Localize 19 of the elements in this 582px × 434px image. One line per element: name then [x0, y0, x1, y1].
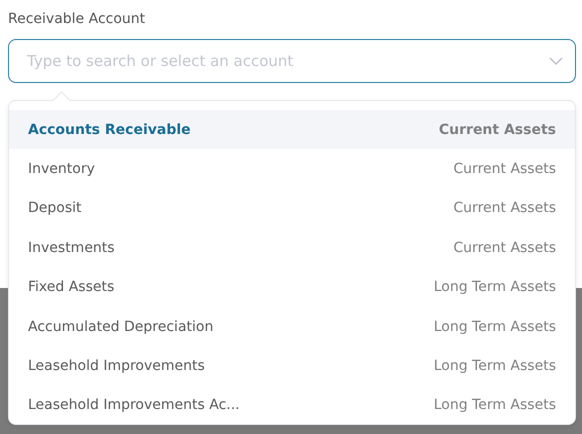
account-type: Current Assets: [453, 161, 556, 178]
account-option[interactable]: Accumulated Depreciation Long Term Assets: [9, 306, 575, 346]
account-option[interactable]: Inventory Current Assets: [9, 149, 575, 189]
account-select[interactable]: Type to search or select an account: [8, 39, 576, 83]
account-option[interactable]: Investments Current Assets: [9, 228, 575, 268]
field-label: Receivable Account: [8, 11, 146, 27]
account-type: Long Term Assets: [434, 397, 556, 414]
chevron-down-icon[interactable]: [549, 57, 563, 65]
account-option[interactable]: Leasehold Improvements Ac... Long Term Assets: [9, 386, 575, 426]
account-type: Long Term Assets: [434, 279, 556, 296]
account-type: Long Term Assets: [434, 318, 556, 335]
account-type: Long Term Assets: [434, 358, 556, 374]
account-option[interactable]: Accounts Receivable Current Assets: [9, 110, 575, 150]
account-option[interactable]: Deposit Current Assets: [9, 188, 575, 228]
account-type: Current Assets: [453, 200, 556, 216]
account-option[interactable]: Leasehold Improvements Long Term Assets: [9, 346, 575, 386]
account-type: Current Assets: [438, 122, 556, 138]
account-option[interactable]: Fixed Assets Long Term Assets: [9, 268, 575, 307]
account-type: Current Assets: [453, 240, 556, 256]
